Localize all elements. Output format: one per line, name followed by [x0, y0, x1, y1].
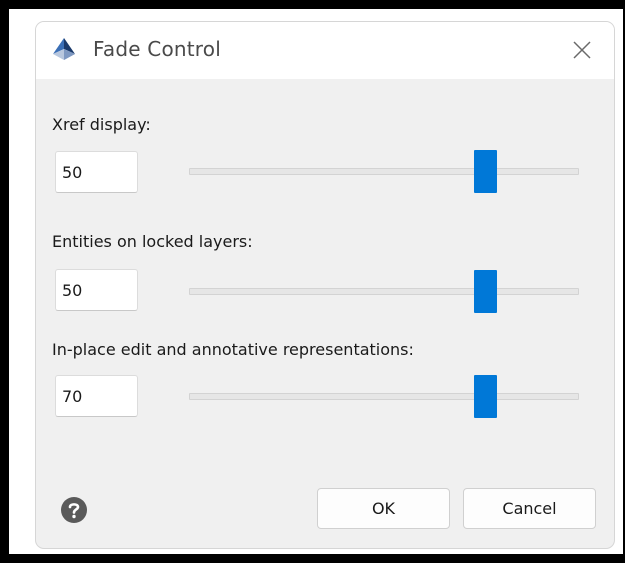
xref-display-input[interactable]: 50 [55, 151, 138, 193]
help-icon[interactable] [60, 496, 88, 524]
in-place-edit-input[interactable]: 70 [55, 375, 138, 417]
xref-display-label: Xref display: [52, 115, 151, 134]
slider-track [189, 288, 579, 295]
slider-thumb[interactable] [474, 150, 498, 193]
locked-layers-label: Entities on locked layers: [52, 232, 253, 251]
in-place-edit-slider[interactable] [189, 374, 579, 420]
autocad-logo-icon [53, 38, 75, 60]
title-bar: Fade Control [36, 22, 614, 79]
locked-layers-slider[interactable] [189, 269, 579, 315]
fade-control-dialog: Fade Control Xref display: 50 Entities o… [36, 22, 614, 548]
slider-thumb[interactable] [474, 270, 498, 313]
xref-display-slider[interactable] [189, 149, 579, 195]
locked-layers-input[interactable]: 50 [55, 269, 138, 311]
ok-button[interactable]: OK [317, 488, 450, 529]
in-place-edit-label: In-place edit and annotative representat… [52, 340, 414, 359]
slider-track [189, 393, 579, 400]
slider-track [189, 168, 579, 175]
cancel-button[interactable]: Cancel [463, 488, 596, 529]
window-title: Fade Control [93, 37, 221, 61]
slider-thumb[interactable] [474, 375, 498, 418]
close-icon[interactable] [566, 34, 598, 66]
